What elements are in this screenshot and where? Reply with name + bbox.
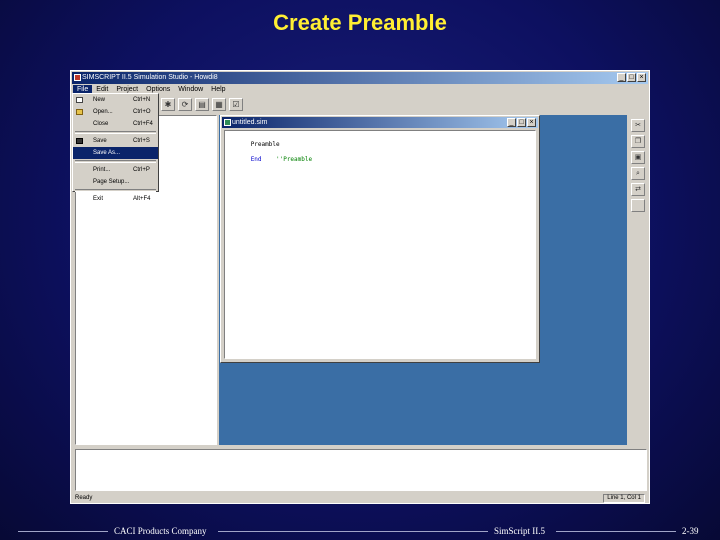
editor-close-button[interactable]: × xyxy=(527,118,536,127)
print-icon[interactable]: ▤ xyxy=(195,97,209,111)
menu-help[interactable]: Help xyxy=(207,85,229,95)
editor-title: untitled.sim xyxy=(232,119,268,126)
cut-icon[interactable]: ✂ xyxy=(631,119,645,132)
footer-rule xyxy=(218,531,488,532)
status-text: Ready xyxy=(75,495,93,501)
editor-window-controls: _ □ × xyxy=(507,118,536,127)
bug-icon[interactable]: ✱ xyxy=(161,97,175,111)
menu-item-print[interactable]: Print... Ctrl+P xyxy=(73,164,158,176)
menu-item-exit[interactable]: Exit Alt+F4 xyxy=(73,193,158,205)
properties-icon[interactable]: ☑ xyxy=(229,97,243,111)
right-toolbar: ✂ ❐ ▣ ⌕ ⇄ xyxy=(631,119,647,215)
menu-item-shortcut: Ctrl+O xyxy=(133,109,151,115)
menu-item-close[interactable]: Close Ctrl+F4 xyxy=(73,118,158,130)
app-titlebar[interactable]: SIMSCRIPT II.5 Simulation Studio - Howdi… xyxy=(72,72,648,84)
menu-separator xyxy=(75,160,156,163)
app-title: SIMSCRIPT II.5 Simulation Studio - Howdi… xyxy=(82,74,218,81)
replace-icon[interactable]: ⇄ xyxy=(631,183,645,196)
editor-titlebar[interactable]: untitled.sim _ □ × xyxy=(222,117,538,128)
app-icon xyxy=(74,74,81,81)
code-editor[interactable]: Preamble End ''Preamble xyxy=(224,130,536,359)
blank-icon[interactable] xyxy=(631,199,645,212)
output-pane[interactable] xyxy=(75,449,647,491)
editor-window: untitled.sim _ □ × Preamble End ''Preamb… xyxy=(220,115,540,363)
status-position: Line 1, Col 1 xyxy=(603,494,645,503)
footer-product: SimScript II.5 xyxy=(494,526,545,536)
new-file-icon xyxy=(76,97,83,103)
menu-separator xyxy=(75,131,156,134)
open-folder-icon xyxy=(76,109,83,115)
footer-rule xyxy=(18,531,108,532)
editor-minimize-button[interactable]: _ xyxy=(507,118,516,127)
compile-icon[interactable]: ⟳ xyxy=(178,97,192,111)
paste-icon[interactable]: ▣ xyxy=(631,151,645,164)
menu-item-save-as[interactable]: Save As... xyxy=(73,147,158,159)
save-disk-icon xyxy=(76,138,83,144)
slide-footer: CACI Products Company SimScript II.5 2-3… xyxy=(18,524,718,538)
copy-icon[interactable]: ❐ xyxy=(631,135,645,148)
menu-separator xyxy=(75,189,156,192)
editor-maximize-button[interactable]: □ xyxy=(517,118,526,127)
document-icon xyxy=(224,119,231,126)
code-token: Preamble xyxy=(250,141,280,148)
menu-item-label: Open... xyxy=(93,109,113,115)
menu-item-label: Print... xyxy=(93,167,111,173)
menu-item-label: Page Setup... xyxy=(93,179,130,185)
minimize-button[interactable]: _ xyxy=(617,73,626,82)
menu-item-new[interactable]: New Ctrl+N xyxy=(73,94,158,106)
maximize-button[interactable]: □ xyxy=(627,73,636,82)
menu-item-save[interactable]: Save Ctrl+S xyxy=(73,135,158,147)
menu-item-label: Save xyxy=(93,138,107,144)
menu-item-label: Close xyxy=(93,121,109,127)
footer-page-number: 2-39 xyxy=(682,526,699,536)
build-icon[interactable]: ▦ xyxy=(212,97,226,111)
menu-item-page-setup[interactable]: Page Setup... xyxy=(73,176,158,188)
close-button[interactable]: × xyxy=(637,73,646,82)
menu-window[interactable]: Window xyxy=(174,85,207,95)
menu-item-label: Exit xyxy=(93,196,104,202)
menu-item-shortcut: Ctrl+N xyxy=(133,97,151,103)
footer-rule xyxy=(556,531,676,532)
code-token: End xyxy=(250,156,262,163)
menu-item-shortcut: Ctrl+P xyxy=(133,167,150,173)
menu-item-shortcut: Ctrl+F4 xyxy=(133,121,153,127)
toolbar: ✱ ⟳ ▤ ▦ ☑ xyxy=(73,96,647,112)
find-icon[interactable]: ⌕ xyxy=(631,167,645,180)
menu-item-label: Save As... xyxy=(93,150,121,156)
window-controls: _ □ × xyxy=(617,73,646,82)
code-comment: ''Preamble xyxy=(261,156,313,163)
code-line: End ''Preamble xyxy=(229,149,312,170)
menu-item-shortcut: Ctrl+S xyxy=(133,138,150,144)
menu-item-shortcut: Alt+F4 xyxy=(133,196,151,202)
footer-company: CACI Products Company xyxy=(114,526,207,536)
menu-item-label: New xyxy=(93,97,106,103)
status-bar: Ready Line 1, Col 1 xyxy=(73,494,647,503)
file-menu-dropdown: New Ctrl+N Open... Ctrl+O Close Ctrl+F4 … xyxy=(72,93,159,202)
menu-item-open[interactable]: Open... Ctrl+O xyxy=(73,106,158,118)
slide-title: Create Preamble xyxy=(273,10,447,35)
